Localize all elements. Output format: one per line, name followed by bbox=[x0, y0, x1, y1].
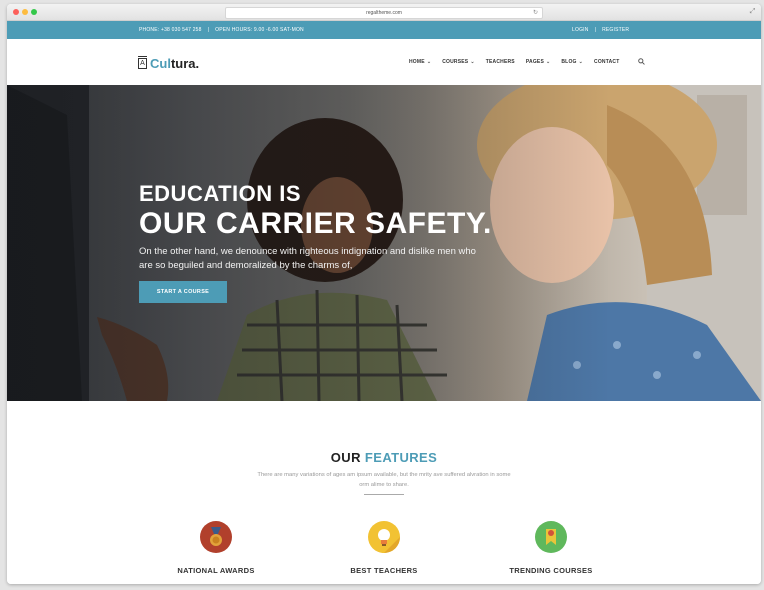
reload-icon[interactable]: ↻ bbox=[533, 8, 538, 18]
close-window-icon[interactable] bbox=[13, 9, 19, 15]
main-nav: HOME ⌄ COURSES ⌄ TEACHERS PAGES ⌄ BLOG ⌄ CON… bbox=[409, 39, 645, 85]
auth-links: LOGIN | REGISTER bbox=[572, 21, 629, 39]
medal-icon bbox=[200, 521, 232, 553]
hero-content: EDUCATION IS OUR CARRIER SAFETY. On the … bbox=[139, 181, 559, 273]
features-section: OUR FEATURES There are many variations o… bbox=[7, 401, 761, 584]
chevron-down-icon: ⌄ bbox=[470, 59, 475, 65]
address-bar[interactable]: regaltheme.com ↻ bbox=[225, 7, 543, 19]
lightbulb-icon bbox=[368, 521, 400, 553]
nav-item-teachers[interactable]: TEACHERS bbox=[486, 59, 515, 65]
top-info-bar: PHONE: +38 030 547 258 | OPEN HOURS: 9.00 … bbox=[7, 21, 761, 39]
browser-window: regaltheme.com ↻ ⤢ PHONE: +38 030 547 25… bbox=[7, 4, 761, 584]
feature-best-teachers[interactable]: BEST TEACHERS bbox=[324, 521, 444, 575]
logo-text-accent: Cul bbox=[150, 55, 171, 71]
nav-item-label: PAGES bbox=[525, 59, 544, 65]
nav-item-home[interactable]: HOME ⌄ bbox=[409, 59, 431, 65]
hero-description: On the other hand, we denounce with righ… bbox=[139, 246, 476, 271]
nav-item-label: HOME bbox=[409, 59, 425, 65]
start-course-button[interactable]: START A COURSE bbox=[139, 281, 227, 303]
browser-toolbar: regaltheme.com ↻ ⤢ bbox=[7, 4, 761, 21]
nav-item-blog[interactable]: BLOG ⌄ bbox=[561, 59, 583, 65]
chevron-down-icon: ⌄ bbox=[545, 59, 551, 65]
chevron-down-icon: ⌄ bbox=[578, 59, 584, 65]
topbar-separator: | bbox=[207, 27, 210, 33]
nav-item-label: CONTACT bbox=[594, 59, 620, 65]
address-bar-url: regaltheme.com bbox=[366, 10, 402, 16]
fullscreen-icon[interactable]: ⤢ bbox=[748, 7, 757, 16]
phone-text: PHONE: +38 030 547 258 bbox=[139, 27, 202, 33]
nav-item-label: BLOG bbox=[561, 59, 577, 65]
hero-banner: EDUCATION IS OUR CARRIER SAFETY. On the … bbox=[7, 85, 761, 401]
nav-item-contact[interactable]: CONTACT bbox=[594, 59, 619, 65]
nav-item-label: TEACHERS bbox=[485, 59, 515, 65]
site-logo[interactable]: A Cultura. bbox=[138, 55, 199, 71]
search-icon[interactable] bbox=[637, 57, 645, 67]
logo-text-rest: tura. bbox=[170, 55, 200, 71]
features-title-prefix: OUR bbox=[330, 450, 361, 465]
maximize-window-icon[interactable] bbox=[31, 9, 37, 15]
feature-label: TRENDING COURSES bbox=[509, 566, 593, 575]
logo-book-icon: A bbox=[138, 55, 147, 69]
logo-text: Cultura. bbox=[150, 56, 199, 71]
ribbon-badge-icon bbox=[535, 521, 567, 553]
auth-separator: | bbox=[594, 27, 597, 33]
nav-item-pages[interactable]: PAGES ⌄ bbox=[526, 59, 551, 65]
features-title: OUR FEATURES bbox=[7, 450, 761, 465]
register-link[interactable]: REGISTER bbox=[602, 27, 629, 33]
nav-item-label: COURSES bbox=[442, 59, 469, 65]
feature-label: BEST TEACHERS bbox=[350, 566, 418, 575]
site-header: A Cultura. HOME ⌄ COURSES ⌄ TEACHERS PAGES… bbox=[7, 39, 761, 85]
features-divider bbox=[364, 494, 404, 495]
features-title-accent: FEATURES bbox=[364, 450, 438, 465]
hero-heading-line2: OUR CARRIER SAFETY. bbox=[139, 207, 492, 240]
hero-heading-line1: EDUCATION IS bbox=[139, 181, 302, 206]
hours-text: OPEN HOURS: 9.00 -6.00 SAT-MON bbox=[215, 27, 304, 33]
nav-item-courses[interactable]: COURSES ⌄ bbox=[442, 59, 475, 65]
feature-trending-courses[interactable]: TRENDING COURSES bbox=[491, 521, 611, 575]
feature-national-awards[interactable]: NATIONAL AWARDS bbox=[156, 521, 276, 575]
login-link[interactable]: LOGIN bbox=[572, 27, 589, 33]
minimize-window-icon[interactable] bbox=[22, 9, 28, 15]
feature-label: NATIONAL AWARDS bbox=[177, 566, 255, 575]
features-description: There are many variations of ages am ips… bbox=[257, 472, 511, 488]
contact-info: PHONE: +38 030 547 258 | OPEN HOURS: 9.00 … bbox=[139, 21, 304, 39]
chevron-down-icon: ⌄ bbox=[426, 59, 432, 65]
